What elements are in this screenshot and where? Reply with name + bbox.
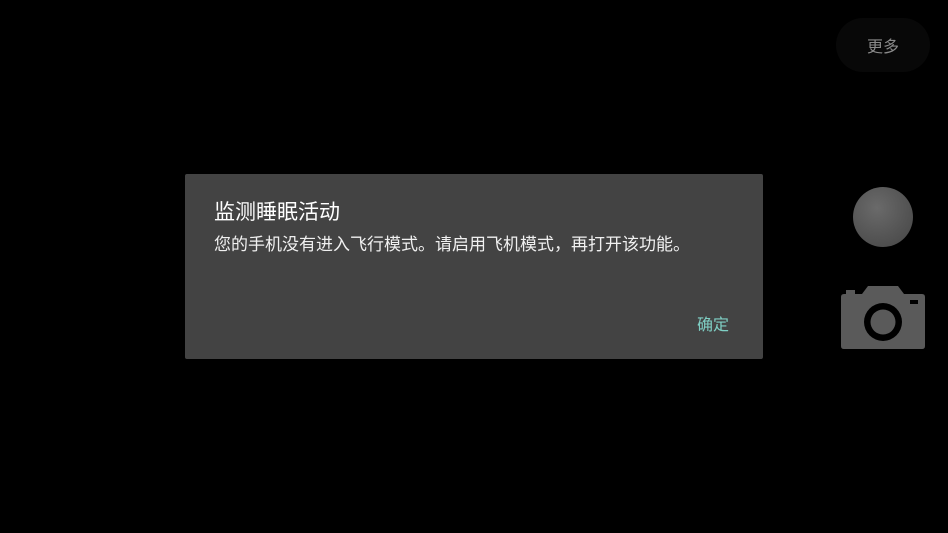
camera-button[interactable] xyxy=(840,284,926,350)
dialog-title: 监测睡眠活动 xyxy=(214,200,340,224)
camera-icon xyxy=(841,286,925,349)
sleep-monitor-dialog: 监测睡眠活动 您的手机没有进入飞行模式。请启用飞机模式，再打开该功能。 确定 xyxy=(185,174,763,359)
confirm-button[interactable]: 确定 xyxy=(697,309,729,337)
more-button-label: 更多 xyxy=(866,37,899,56)
camera-screen: 更多 监测睡眠活动 您的手机没有进入飞行模式。请启用飞机模式，再打开该功能。 确… xyxy=(0,0,948,533)
shutter-button[interactable] xyxy=(853,187,913,247)
dialog-message: 您的手机没有进入飞行模式。请启用飞机模式，再打开该功能。 xyxy=(214,235,690,255)
more-button[interactable]: 更多 xyxy=(836,18,930,72)
